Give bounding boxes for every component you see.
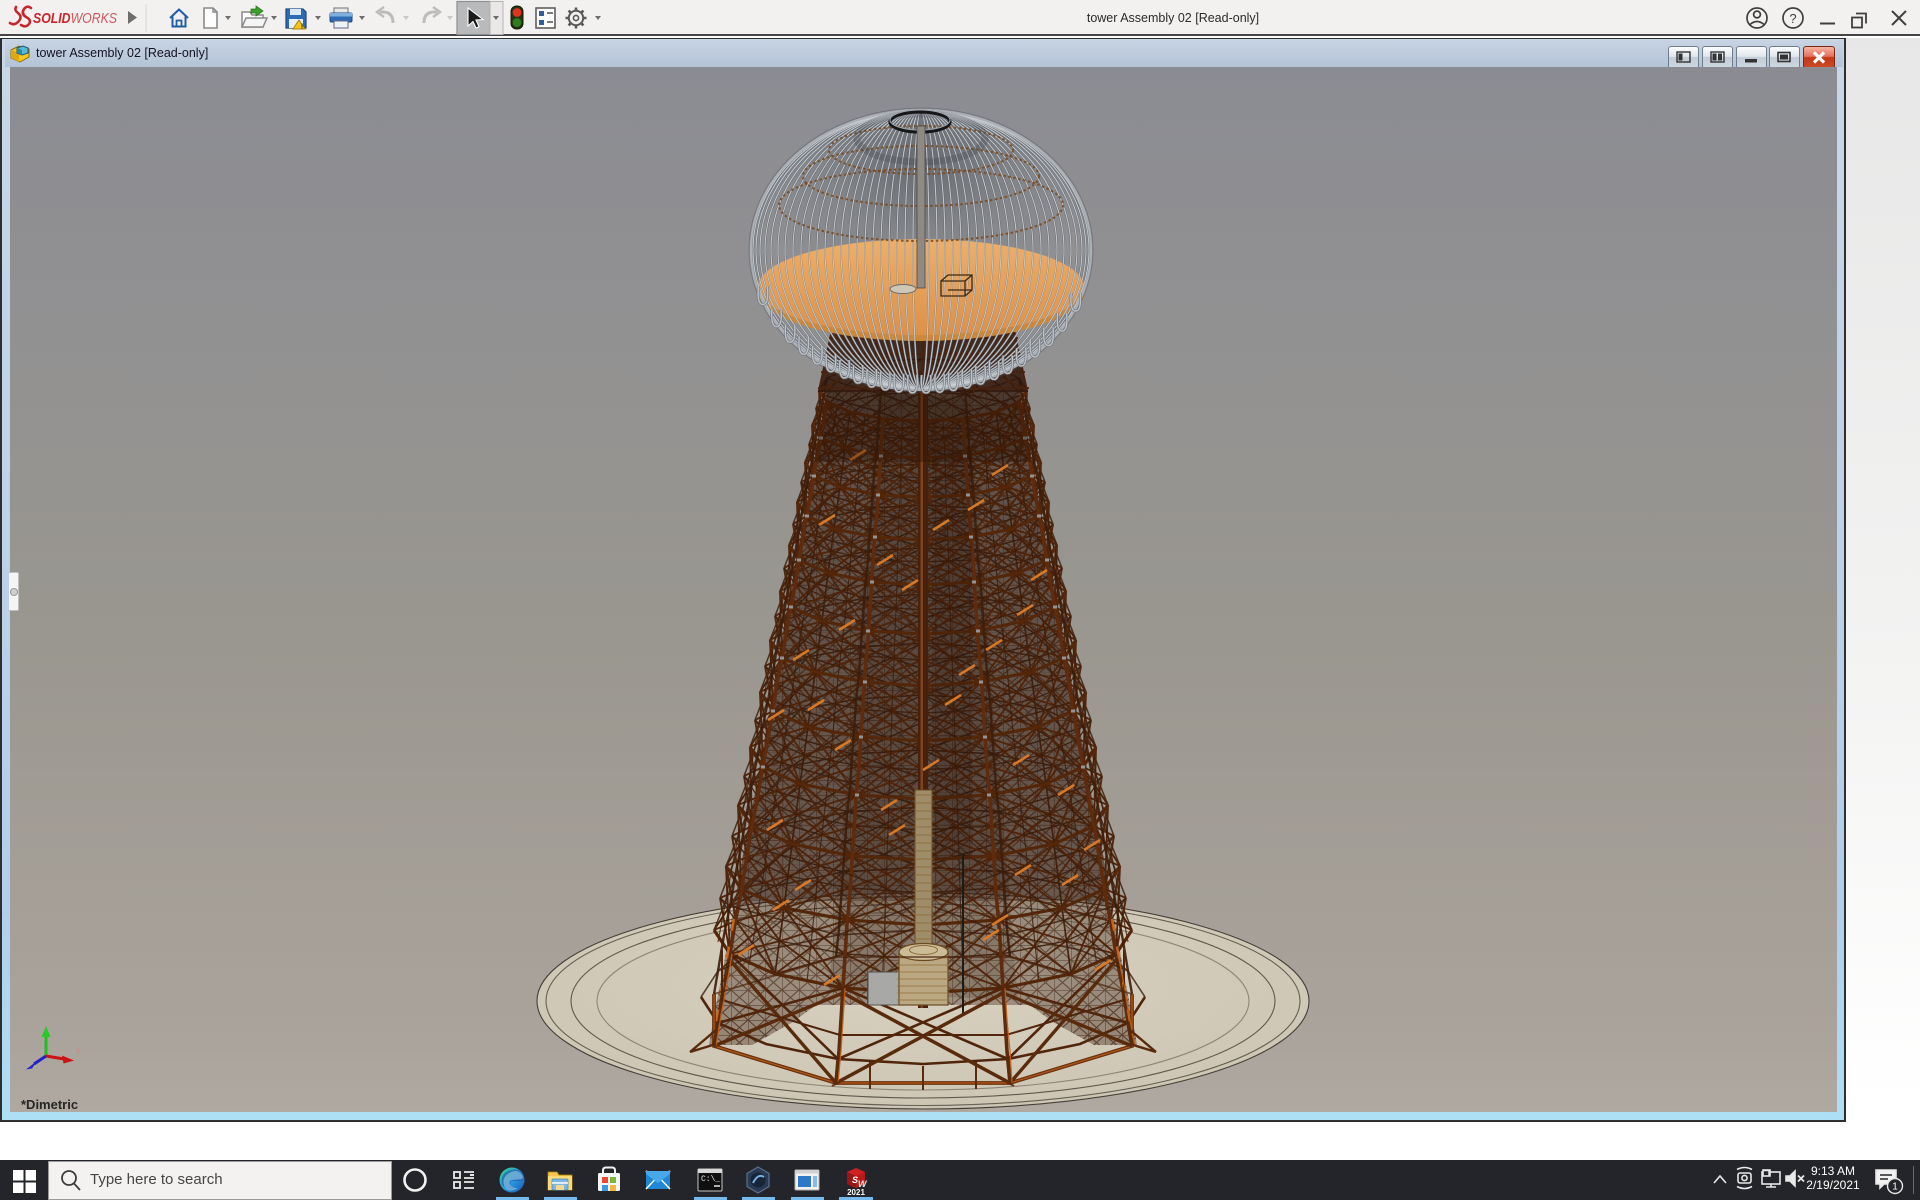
svg-text:SOLIDWORKS: SOLIDWORKS	[33, 10, 117, 27]
svg-text:2021: 2021	[847, 1188, 865, 1197]
svg-text:!: !	[301, 24, 303, 31]
svg-text:1: 1	[1892, 1182, 1898, 1193]
svg-text:x: x	[76, 1046, 80, 1055]
svg-text:*Dimetric: *Dimetric	[21, 1097, 78, 1112]
svg-text:C:\_: C:\_	[701, 1175, 720, 1184]
svg-text:?: ?	[1789, 11, 1796, 26]
